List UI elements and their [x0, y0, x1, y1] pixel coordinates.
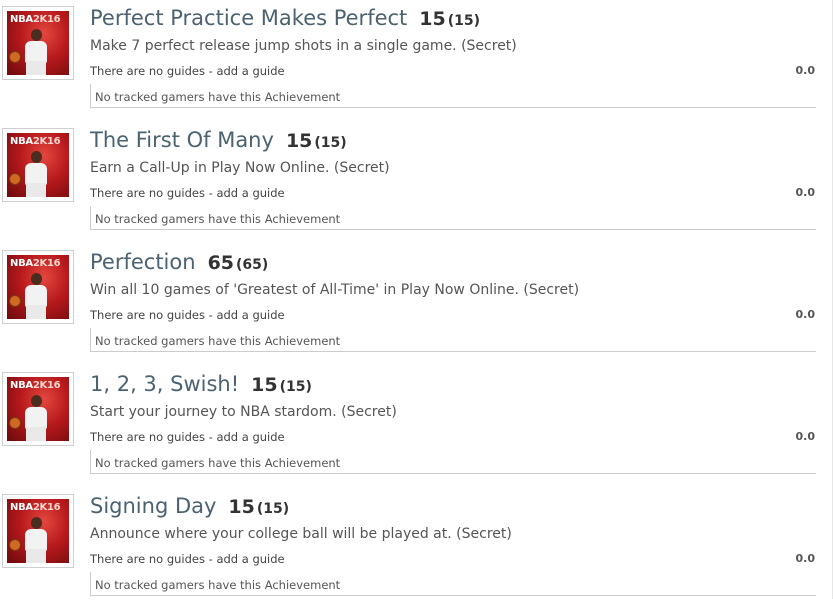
guides-text: There are no guides [90, 308, 205, 322]
add-guide-link[interactable]: add a guide [216, 64, 284, 78]
add-guide-link[interactable]: add a guide [216, 430, 284, 444]
achievement-title-link[interactable]: 1, 2, 3, Swish! [90, 372, 239, 396]
player-figure [21, 393, 53, 441]
achievement-rating: 0.0 [795, 430, 816, 443]
game-thumbnail[interactable]: NBA2K16 [2, 128, 74, 202]
basketball-icon [9, 173, 21, 185]
game-logo: NBA2K16 [10, 14, 61, 25]
achievement-item: NBA2K16 Perfection 65 (65) Win all 10 game… [0, 244, 833, 366]
achievement-title-line: 1, 2, 3, Swish! 15 (15) [90, 372, 312, 400]
achievement-score: 65 [207, 252, 235, 274]
achievement-title-line: Perfection 65 (65) [90, 250, 268, 278]
player-figure [21, 515, 53, 563]
achievement-description: Make 7 perfect release jump shots in a s… [90, 38, 517, 54]
nba2k16-cover-icon: NBA2K16 [7, 255, 69, 319]
achievement-rating: 0.0 [795, 64, 816, 77]
player-figure [21, 27, 53, 75]
guides-text: There are no guides [90, 64, 205, 78]
achievement-title-line: Signing Day 15 (15) [90, 494, 289, 522]
guides-status: There are no guides - add a guide [90, 64, 285, 78]
guides-status: There are no guides - add a guide [90, 308, 285, 322]
achievement-title-line: Perfect Practice Makes Perfect 15 (15) [90, 6, 480, 34]
add-guide-link[interactable]: add a guide [216, 186, 284, 200]
achievement-score: 15 [419, 8, 446, 30]
achievement-list: NBA2K16 Perfect Practice Makes Perfect 15… [0, 0, 833, 610]
achievement-title-link[interactable]: Perfection [90, 250, 196, 274]
game-thumbnail[interactable]: NBA2K16 [2, 250, 74, 324]
achievement-max-score: (15) [256, 501, 290, 517]
tracked-gamers-box: No tracked gamers have this Achievement [90, 572, 816, 596]
achievement-score: 15 [285, 130, 313, 152]
achievement-max-score: (15) [279, 379, 312, 395]
game-logo: NBA2K16 [10, 136, 61, 147]
achievement-item: NBA2K16 1, 2, 3, Swish! 15 (15) Start your… [0, 366, 833, 488]
tracked-gamers-box: No tracked gamers have this Achievement [90, 206, 816, 230]
game-thumbnail[interactable]: NBA2K16 [2, 372, 74, 446]
guides-text: There are no guides [90, 552, 205, 566]
nba2k16-cover-icon: NBA2K16 [7, 133, 69, 197]
achievement-max-score: (65) [236, 257, 269, 273]
add-guide-link[interactable]: add a guide [216, 552, 284, 566]
achievement-description: Start your journey to NBA stardom. (Secr… [90, 404, 397, 420]
tracked-gamers-box: No tracked gamers have this Achievement [90, 328, 816, 352]
achievement-item: NBA2K16 Signing Day 15 (15) Announce where… [0, 488, 833, 610]
achievement-item: NBA2K16 Perfect Practice Makes Perfect 15… [0, 0, 833, 122]
game-thumbnail[interactable]: NBA2K16 [2, 494, 74, 568]
guides-status: There are no guides - add a guide [90, 430, 285, 444]
guides-status: There are no guides - add a guide [90, 552, 285, 566]
player-figure [21, 271, 53, 319]
game-logo: NBA2K16 [10, 258, 61, 269]
basketball-icon [9, 539, 21, 551]
achievement-description: Announce where your college ball will be… [90, 526, 512, 542]
achievement-title-link[interactable]: Perfect Practice Makes Perfect [90, 6, 407, 30]
achievement-title-link[interactable]: The First Of Many [90, 128, 274, 152]
tracked-gamers-box: No tracked gamers have this Achievement [90, 84, 816, 108]
achievement-description: Win all 10 games of 'Greatest of All-Tim… [90, 282, 580, 298]
achievement-title-line: The First Of Many 15 (15) [90, 128, 347, 156]
guides-text: There are no guides [90, 430, 205, 444]
tracked-gamers-box: No tracked gamers have this Achievement [90, 450, 816, 474]
nba2k16-cover-icon: NBA2K16 [7, 377, 69, 441]
achievement-max-score: (15) [314, 135, 347, 151]
game-thumbnail[interactable]: NBA2K16 [2, 6, 74, 80]
add-guide-link[interactable]: add a guide [216, 308, 284, 322]
basketball-icon [9, 417, 21, 429]
achievement-rating: 0.0 [795, 552, 816, 565]
basketball-icon [9, 295, 21, 307]
achievement-title-link[interactable]: Signing Day [90, 494, 216, 518]
game-logo: NBA2K16 [10, 502, 61, 513]
guides-status: There are no guides - add a guide [90, 186, 285, 200]
nba2k16-cover-icon: NBA2K16 [7, 499, 69, 563]
achievement-rating: 0.0 [795, 186, 816, 199]
achievement-max-score: (15) [447, 13, 481, 29]
nba2k16-cover-icon: NBA2K16 [7, 11, 69, 75]
achievement-rating: 0.0 [795, 308, 816, 321]
guides-text: There are no guides [90, 186, 205, 200]
achievement-score: 15 [251, 374, 278, 396]
game-logo: NBA2K16 [10, 380, 61, 391]
achievement-score: 15 [228, 496, 255, 518]
basketball-icon [9, 51, 21, 63]
achievement-item: NBA2K16 The First Of Many 15 (15) Earn a C… [0, 122, 833, 244]
achievement-description: Earn a Call-Up in Play Now Online. (Secr… [90, 160, 390, 176]
player-figure [21, 149, 53, 197]
